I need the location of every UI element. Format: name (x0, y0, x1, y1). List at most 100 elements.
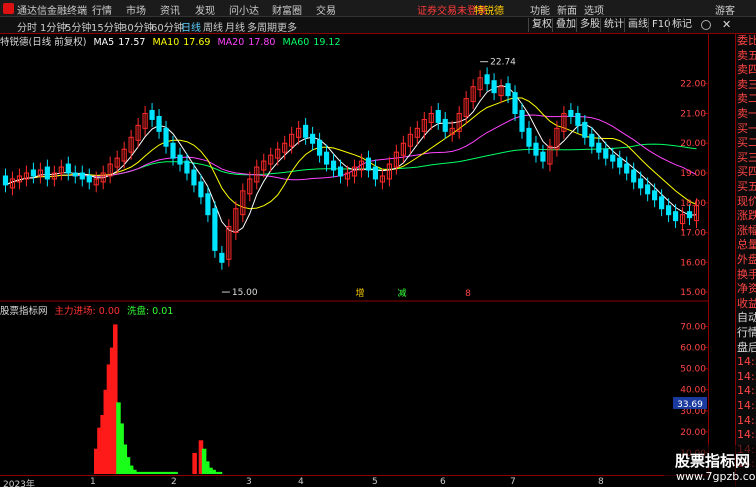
candle-body (198, 181, 204, 198)
date-axis-label: 7 (510, 477, 516, 487)
candle-body (170, 142, 176, 159)
price-axis-panel (708, 34, 735, 475)
watermark-title: 股票指标网 (675, 452, 751, 470)
price-tick-label: 15.00 (680, 288, 706, 298)
candle-body (191, 169, 197, 186)
candle-body (624, 163, 630, 174)
candle-body (540, 151, 546, 162)
date-axis-label: 4 (298, 477, 304, 487)
side-panel-label: 14:50 (737, 399, 756, 412)
price-tick-label: 19.00 (680, 169, 706, 179)
price-tick-label: 20.00 (680, 139, 706, 149)
side-panel-label: 买五 (737, 180, 756, 193)
candle-body (310, 133, 316, 144)
price-tick-label: 21.00 (680, 109, 706, 119)
candle-body (72, 172, 78, 177)
cursor-value: 33.69 (677, 400, 703, 410)
side-panel-label: 14:50 (737, 384, 756, 398)
candle-body (44, 166, 50, 180)
event-marker: 8 (465, 289, 471, 299)
indicator-tick-label: 20.00 (680, 428, 706, 438)
candle-body (491, 80, 497, 94)
candle-body (212, 208, 218, 251)
candle-body (512, 92, 518, 114)
side-panel-label: 涨跌 (737, 209, 756, 223)
candle-body (2, 175, 9, 186)
candle-body (65, 163, 71, 174)
chart-area[interactable]: 22.74 15.00 22.00 21.00 20.00 19.00 18.00 17.00… (0, 0, 708, 475)
price-tick-label: 18.00 (680, 199, 706, 209)
candle-body (645, 184, 651, 195)
candle-body (442, 118, 448, 132)
date-axis-label: 8 (598, 477, 604, 487)
side-panel-label: 卖四 (737, 63, 756, 77)
price-tick-label: 16.00 (680, 258, 706, 268)
close-icon[interactable]: ✕ (722, 18, 731, 31)
guest-label[interactable]: 游客 (715, 2, 735, 17)
candle-body (526, 127, 532, 147)
candle-body (303, 124, 309, 138)
side-panel-label: 买一 (737, 121, 756, 135)
candle-body (686, 211, 693, 219)
candle-body (568, 110, 574, 117)
washout-bar (217, 471, 223, 474)
candle-body (323, 151, 330, 165)
side-panel-label: 委比 (737, 34, 756, 47)
candle-body (665, 205, 672, 216)
side-panel-label: 盘后 (737, 340, 756, 354)
candle-body (177, 154, 183, 165)
candle-body (156, 115, 162, 132)
candle-body (631, 169, 637, 183)
candle-body (589, 133, 595, 147)
candle-body (596, 142, 602, 153)
side-panel-label: 涨幅 (737, 223, 756, 237)
side-panel-label: 14:50 (737, 413, 756, 427)
indicator-tick-label: 50.00 (680, 365, 706, 375)
washout-bar (173, 471, 178, 474)
candle-body (505, 83, 511, 97)
quote-side-panel: 委比 卖五 卖四 卖三 卖二 卖一 买一 买二 买三 买四 买五 现价 涨跌 涨幅 总量 外盘 换手 净资 收益 自动… (735, 34, 756, 487)
date-axis-label: 2023年 (3, 480, 35, 487)
date-axis-label: 6 (440, 477, 446, 487)
side-panel-label: 14:50 (737, 369, 756, 383)
candle-body (617, 157, 623, 168)
side-panel-label: 买二 (737, 136, 756, 150)
event-marker: 增 (355, 287, 364, 299)
candle-body (659, 196, 665, 210)
candle-body (575, 112, 581, 126)
candle-body (184, 160, 190, 174)
watermark-url: www.7gpzb.com (676, 470, 756, 483)
side-panel-label: 行情 (737, 326, 756, 339)
candle-body (519, 110, 525, 132)
candle-body (219, 252, 225, 263)
side-panel-label: 14:50 (737, 428, 756, 442)
candle-body (484, 74, 490, 85)
watermark: 股票指标网 www.7gpzb.com (664, 445, 756, 487)
side-panel-label: 自动 (737, 311, 756, 325)
candle-body (603, 148, 609, 159)
indicator-tick-label: 60.00 (680, 344, 706, 354)
candle-body (672, 211, 679, 222)
ma5-line (5, 84, 697, 234)
main-force-bar (192, 452, 197, 474)
side-panel-label: 卖二 (737, 92, 756, 106)
high-price-label: 22.74 (490, 58, 516, 68)
candle-body (30, 169, 37, 177)
candle-body (610, 154, 616, 162)
side-panel-label: 卖五 (737, 48, 756, 62)
side-panel-label: 换手 (737, 267, 756, 281)
side-panel-label: 14:50 (737, 355, 756, 369)
low-price-label: 15.00 (232, 288, 258, 298)
candle-body (337, 166, 344, 177)
candle-body (652, 190, 658, 201)
candle-body (330, 160, 337, 171)
date-axis-label: 2 (171, 477, 177, 487)
candle-body (86, 175, 92, 183)
side-panel-label: 卖三 (737, 77, 756, 91)
side-panel-label: 总量 (737, 238, 756, 252)
candle-body (435, 110, 441, 123)
side-panel-label: 净资 (737, 282, 756, 296)
candle-body (163, 127, 169, 147)
side-panel-label: 收益 (737, 296, 756, 310)
ma10-line (5, 97, 697, 210)
